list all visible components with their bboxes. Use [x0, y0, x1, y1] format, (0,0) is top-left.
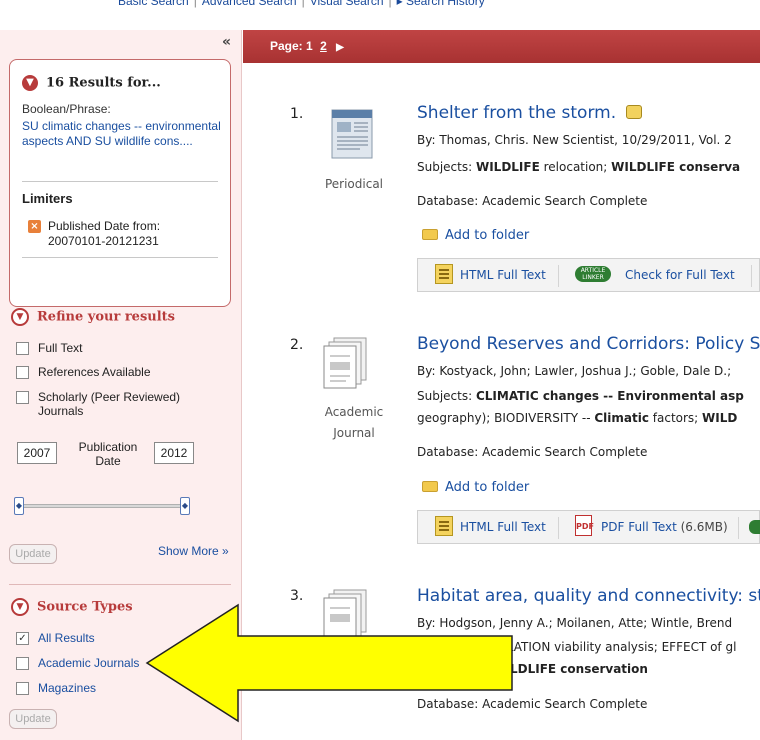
advanced-search-link[interactable]: Advanced Search	[202, 0, 297, 8]
html-full-text-link[interactable]: HTML Full Text	[460, 520, 546, 534]
full-text-checkbox[interactable]	[16, 342, 29, 355]
limiter-text: Published Date from: 20070101-20121231	[48, 219, 161, 248]
results-summary-box: ▼ 16 Results for... Boolean/Phrase: SU cl…	[9, 59, 231, 307]
date-slider-track[interactable]	[16, 504, 188, 508]
document-type-label: Academic Journal	[324, 405, 384, 440]
divider	[558, 517, 559, 539]
html-full-text-link[interactable]: HTML Full Text	[460, 268, 546, 282]
result-number: 1.	[290, 106, 304, 122]
update-button[interactable]: Update	[9, 544, 57, 564]
search-history-link[interactable]: Search History	[406, 0, 485, 8]
basic-search-link[interactable]: Basic Search	[118, 0, 189, 8]
academic-journal-icon[interactable]	[322, 588, 370, 646]
divider	[738, 517, 739, 539]
arrow-right-icon: ▸	[396, 0, 406, 8]
date-to-input[interactable]: 2012	[154, 442, 194, 464]
result-title-link[interactable]: Beyond Reserves and Corridors: Policy So	[417, 334, 760, 354]
result-link-toolbar: HTML Full Text ARTICLE LINKER Check for F…	[417, 258, 760, 292]
result-title-link[interactable]: Shelter from the storm.	[417, 103, 642, 123]
divider	[751, 265, 752, 287]
page-current: 1	[306, 39, 313, 53]
publication-date-label: Publication Date	[78, 440, 138, 468]
top-nav: Basic Search | Advanced Search | Visual Sear…	[0, 0, 760, 12]
all-results-checkbox[interactable]: ✓	[16, 632, 29, 645]
pagination-bar: Page: 1 2 ▶	[243, 30, 760, 63]
add-to-folder-link[interactable]: Add to folder	[422, 480, 529, 495]
pdf-full-text-link[interactable]: PDF Full Text (6.6MB)	[601, 520, 728, 534]
scholarly-checkbox[interactable]	[16, 391, 29, 404]
result-subjects: Subjects: WILDLIFE relocation; WILDLIFE …	[417, 160, 741, 174]
page-next-link[interactable]: 2	[320, 39, 327, 53]
academic-journal-icon[interactable]	[322, 336, 370, 394]
magnifier-preview-icon[interactable]	[625, 105, 642, 119]
html-full-text-icon[interactable]	[435, 264, 453, 284]
divider	[9, 584, 231, 585]
result-title-link[interactable]: Habitat area, quality and connectivity: …	[417, 586, 760, 606]
result-byline: By: Thomas, Chris. New Scientist, 10/29/…	[417, 133, 732, 147]
collapse-circle-icon: ▼	[22, 75, 38, 91]
visual-search-link[interactable]: Visual Search	[310, 0, 384, 8]
result-subjects: Subjects: CLIMATIC changes -- Environmen…	[417, 389, 744, 403]
result-byline: By: Kostyack, John; Lawler, Joshua J.; G…	[417, 364, 732, 378]
result-database: Database: Academic Search Complete	[417, 697, 648, 711]
sidebar: « ▼ 16 Results for... Boolean/Phrase: SU …	[0, 30, 242, 740]
divider	[558, 265, 559, 287]
references-available-checkbox[interactable]	[16, 366, 29, 379]
result-link-toolbar: HTML Full Text PDF PDF Full Text (6.6MB)	[417, 510, 760, 544]
result-database: Database: Academic Search Complete	[417, 445, 648, 459]
results-heading[interactable]: ▼ 16 Results for...	[22, 75, 161, 91]
document-type-label: Periodical	[324, 177, 384, 191]
refine-results-heading[interactable]: ▼ Refine your results	[11, 308, 175, 326]
result-subjects-cont: LDLIFE conservation	[510, 662, 648, 676]
date-from-input[interactable]: 2007	[17, 442, 57, 464]
magazines-checkbox[interactable]	[16, 682, 29, 695]
article-linker-icon[interactable]: ARTICLE LINKER	[575, 266, 611, 282]
result-number: 2.	[290, 337, 304, 353]
slider-handle-left[interactable]: ◆	[14, 497, 24, 515]
pagination: Page: 1 2 ▶	[270, 39, 344, 53]
slider-handle-right[interactable]: ◆	[180, 497, 190, 515]
collapse-circle-icon: ▼	[11, 598, 29, 616]
folder-icon	[422, 229, 438, 240]
collapse-circle-icon: ▼	[11, 308, 29, 326]
divider	[22, 257, 218, 258]
double-chevron-left-icon[interactable]: «	[222, 34, 231, 50]
result-subjects-cont: geography); BIODIVERSITY -- Climatic fac…	[417, 411, 738, 425]
article-linker-icon[interactable]	[749, 520, 760, 534]
html-full-text-icon[interactable]	[435, 516, 453, 536]
result-byline: By: Hodgson, Jenny A.; Moilanen, Atte; W…	[417, 616, 733, 630]
show-more-link[interactable]: Show More »	[158, 544, 229, 558]
pdf-icon[interactable]: PDF	[575, 515, 594, 536]
periodical-icon[interactable]	[328, 104, 376, 162]
update-button[interactable]: Update	[9, 709, 57, 729]
limiters-heading: Limiters	[22, 191, 73, 206]
result-database: Database: Academic Search Complete	[417, 194, 648, 208]
academic-journals-checkbox[interactable]	[16, 657, 29, 670]
remove-limiter-icon[interactable]: ×	[28, 220, 41, 233]
divider	[22, 181, 218, 182]
result-number: 3.	[290, 588, 304, 604]
result-subjects: ULATION viability analysis; EFFECT of gl	[498, 640, 737, 654]
source-types-heading[interactable]: ▼ Source Types	[11, 598, 133, 616]
query-link[interactable]: SU climatic changes -- environmental asp…	[22, 119, 222, 149]
folder-icon	[422, 481, 438, 492]
add-to-folder-link[interactable]: Add to folder	[422, 228, 529, 243]
query-label: Boolean/Phrase:	[22, 102, 111, 116]
next-page-icon[interactable]: ▶	[336, 42, 344, 53]
check-full-text-link[interactable]: Check for Full Text	[625, 268, 735, 282]
